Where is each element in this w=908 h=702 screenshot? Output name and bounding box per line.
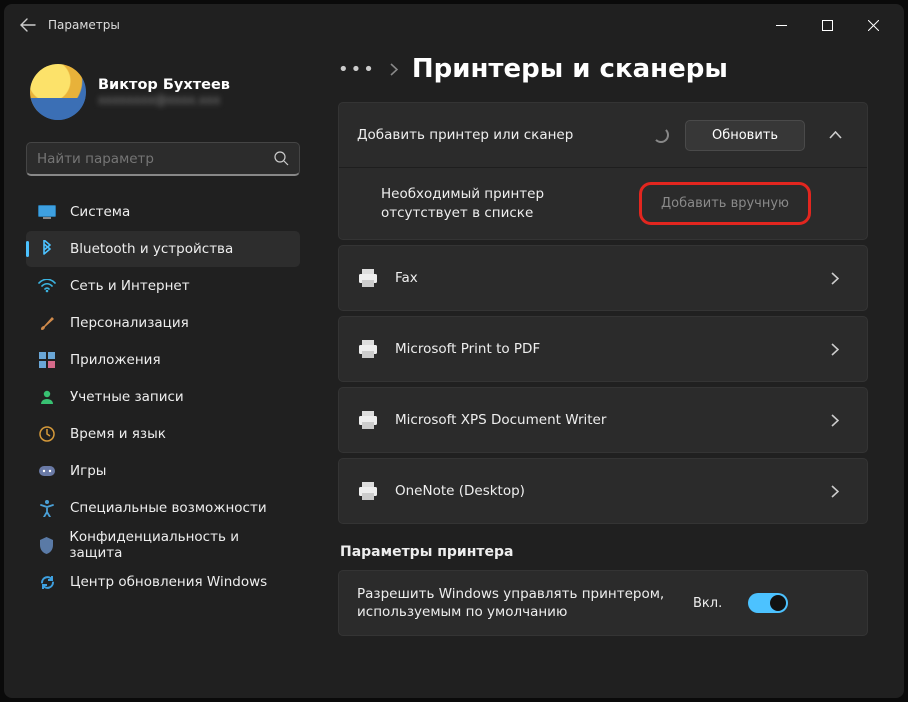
maximize-icon [822, 20, 833, 31]
default-printer-toggle[interactable] [748, 593, 788, 613]
sidebar-item-accessibility[interactable]: Специальные возможности [26, 490, 300, 526]
add-printer-row: Добавить принтер или сканер Обновить [339, 103, 867, 167]
settings-window: Параметры Виктор Бухтеев xxxxxxxx@xxxx.x… [4, 4, 904, 698]
wifi-icon [38, 277, 56, 295]
printer-item-print-to-pdf[interactable]: Microsoft Print to PDF [338, 316, 868, 382]
sidebar-item-label: Персонализация [70, 315, 189, 331]
sidebar-item-label: Учетные записи [70, 389, 184, 405]
add-printer-card: Добавить принтер или сканер Обновить Нео… [338, 102, 868, 240]
shield-icon [38, 536, 55, 554]
apps-icon [38, 351, 56, 369]
printer-name: Fax [395, 269, 805, 287]
add-printer-label: Добавить принтер или сканер [357, 126, 637, 144]
user-email: xxxxxxxx@xxxx.xxx [98, 93, 230, 107]
breadcrumb-overflow[interactable]: ••• [338, 59, 376, 80]
printer-name: Microsoft Print to PDF [395, 340, 805, 358]
printer-icon [357, 267, 379, 289]
missing-printer-row: Необходимый принтер отсутствует в списке… [339, 167, 867, 239]
default-printer-card: Разрешить Windows управлять принтером, и… [338, 570, 868, 636]
highlight-annotation: Добавить вручную [639, 182, 811, 225]
default-printer-label: Разрешить Windows управлять принтером, и… [357, 585, 677, 621]
collapse-button[interactable] [821, 131, 849, 139]
globe-clock-icon [38, 425, 56, 443]
sidebar-item-apps[interactable]: Приложения [26, 342, 300, 378]
printer-name: Microsoft XPS Document Writer [395, 411, 805, 429]
printer-icon [357, 409, 379, 431]
accessibility-icon [38, 499, 56, 517]
printer-name: OneNote (Desktop) [395, 482, 805, 500]
sidebar-item-network[interactable]: Сеть и Интернет [26, 268, 300, 304]
person-icon [38, 388, 56, 406]
printer-settings-header: Параметры принтера [340, 544, 868, 560]
sidebar-item-privacy[interactable]: Конфиденциальность и защита [26, 527, 300, 563]
close-icon [868, 20, 879, 31]
missing-printer-label: Необходимый принтер отсутствует в списке [381, 185, 623, 221]
update-icon [38, 573, 56, 591]
user-profile[interactable]: Виктор Бухтеев xxxxxxxx@xxxx.xxx [26, 56, 300, 134]
sidebar-item-gaming[interactable]: Игры [26, 453, 300, 489]
printer-item-onenote[interactable]: OneNote (Desktop) [338, 458, 868, 524]
brush-icon [38, 314, 56, 332]
sidebar-item-label: Специальные возможности [70, 500, 267, 516]
chevron-right-icon [821, 343, 849, 356]
printer-icon [357, 480, 379, 502]
close-button[interactable] [850, 9, 896, 41]
system-icon [38, 203, 56, 221]
gamepad-icon [38, 462, 56, 480]
sidebar-item-label: Bluetooth и устройства [70, 241, 233, 257]
chevron-right-icon [821, 272, 849, 285]
sidebar-item-personalization[interactable]: Персонализация [26, 305, 300, 341]
avatar [30, 64, 86, 120]
nav: Система Bluetooth и устройства Сеть и Ин… [26, 194, 300, 600]
minimize-button[interactable] [758, 9, 804, 41]
sidebar-item-label: Время и язык [70, 426, 166, 442]
main: ••• Принтеры и сканеры Добавить принтер … [314, 46, 904, 698]
sidebar-item-label: Приложения [70, 352, 161, 368]
refresh-button[interactable]: Обновить [685, 120, 805, 151]
sidebar-item-label: Сеть и Интернет [70, 278, 190, 294]
window-controls [758, 9, 896, 41]
minimize-icon [776, 20, 787, 31]
breadcrumb: ••• Принтеры и сканеры [338, 54, 868, 84]
sidebar-item-update[interactable]: Центр обновления Windows [26, 564, 300, 600]
window-title: Параметры [48, 18, 120, 32]
user-name: Виктор Бухтеев [98, 77, 230, 93]
chevron-right-icon [390, 63, 398, 76]
chevron-up-icon [829, 131, 842, 139]
add-manually-button[interactable]: Добавить вручную [646, 188, 804, 219]
printer-icon [357, 338, 379, 360]
page-title: Принтеры и сканеры [412, 54, 728, 84]
sidebar-item-accounts[interactable]: Учетные записи [26, 379, 300, 415]
search-icon [274, 151, 289, 166]
sidebar: Виктор Бухтеев xxxxxxxx@xxxx.xxx Система… [4, 46, 314, 698]
search-box[interactable] [26, 142, 300, 176]
arrow-left-icon [20, 17, 36, 33]
chevron-right-icon [821, 414, 849, 427]
sidebar-item-label: Система [70, 204, 130, 220]
sidebar-item-label: Центр обновления Windows [70, 574, 267, 590]
toggle-state-label: Вкл. [693, 596, 722, 611]
printer-item-xps[interactable]: Microsoft XPS Document Writer [338, 387, 868, 453]
sidebar-item-label: Игры [70, 463, 106, 479]
search-input[interactable] [37, 151, 274, 167]
sidebar-item-system[interactable]: Система [26, 194, 300, 230]
titlebar: Параметры [4, 4, 904, 46]
back-button[interactable] [12, 9, 44, 41]
bluetooth-icon [38, 240, 56, 258]
sidebar-item-bluetooth[interactable]: Bluetooth и устройства [26, 231, 300, 267]
spinner-icon [653, 127, 669, 143]
sidebar-item-time[interactable]: Время и язык [26, 416, 300, 452]
printer-item-fax[interactable]: Fax [338, 245, 868, 311]
sidebar-item-label: Конфиденциальность и защита [69, 529, 288, 561]
chevron-right-icon [821, 485, 849, 498]
body: Виктор Бухтеев xxxxxxxx@xxxx.xxx Система… [4, 46, 904, 698]
maximize-button[interactable] [804, 9, 850, 41]
